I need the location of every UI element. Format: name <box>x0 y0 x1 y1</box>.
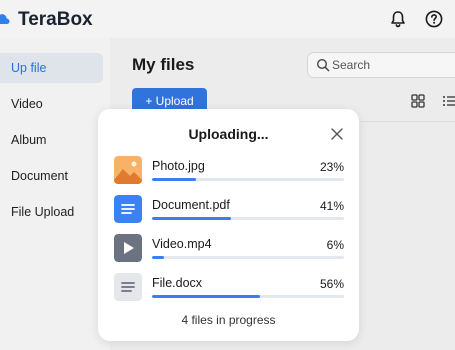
sidebar-item-label: Video <box>11 97 43 111</box>
close-icon[interactable] <box>331 128 343 140</box>
video-file-icon <box>114 234 142 262</box>
progress-fill <box>152 295 260 298</box>
upload-item[interactable]: File.docx 56% <box>114 273 344 307</box>
page-title: My files <box>132 55 195 74</box>
sidebar-item-label: Document <box>11 169 68 183</box>
file-name: Video.mp4 <box>152 237 212 251</box>
upload-item[interactable]: Video.mp4 6% <box>114 234 344 268</box>
help-icon[interactable] <box>424 9 444 29</box>
file-progress-percent: 56% <box>319 277 344 291</box>
list-view-icon[interactable] <box>442 94 455 108</box>
file-name: Document.pdf <box>152 198 230 212</box>
search-icon <box>316 58 330 72</box>
sidebar-item-video[interactable]: Video <box>0 89 103 119</box>
dialog-title: Uploading... <box>188 126 269 142</box>
progress-bar <box>152 295 344 298</box>
document-icon <box>0 170 3 182</box>
sidebar-item-document[interactable]: Document <box>0 161 103 191</box>
cloud-logo-icon <box>0 14 10 24</box>
sidebar-item-label: File Upload <box>11 205 75 219</box>
grid-view-icon[interactable] <box>411 94 425 108</box>
image-file-icon <box>114 156 142 184</box>
file-progress-percent: 6% <box>326 238 344 252</box>
top-header: TeraBox <box>0 0 455 38</box>
bell-icon[interactable] <box>388 9 408 29</box>
document-file-icon <box>114 195 142 223</box>
app-name: TeraBox <box>18 9 93 30</box>
progress-bar <box>152 256 344 259</box>
sidebar-item-album[interactable]: Album <box>0 125 103 155</box>
sidebar-item-up-file[interactable]: Up file <box>0 53 103 83</box>
search-input[interactable] <box>332 56 452 74</box>
file-progress-percent: 23% <box>319 160 344 174</box>
progress-bar <box>152 217 344 220</box>
album-icon <box>0 134 3 146</box>
search-box[interactable] <box>307 52 455 78</box>
file-name: File.docx <box>152 276 203 290</box>
upload-status-text: 4 files in progress <box>181 313 276 327</box>
progress-fill <box>152 178 197 181</box>
upload-dialog: Uploading... Photo.jpg 23% Document.pdf … <box>98 109 359 341</box>
video-icon <box>0 98 3 110</box>
upload-icon <box>0 62 3 74</box>
sidebar: Up file Video Album Document File Upload <box>0 38 110 350</box>
progress-bar <box>152 178 344 181</box>
upload-item[interactable]: Photo.jpg 23% <box>114 156 344 190</box>
file-upload-icon <box>0 206 3 218</box>
upload-item[interactable]: Document.pdf 41% <box>114 195 344 229</box>
file-name: Photo.jpg <box>152 159 205 173</box>
file-progress-percent: 41% <box>319 199 344 213</box>
sidebar-item-label: Album <box>11 133 47 147</box>
sidebar-item-file-upload[interactable]: File Upload <box>0 197 103 227</box>
generic-file-icon <box>114 273 142 301</box>
progress-fill <box>152 217 231 220</box>
progress-fill <box>152 256 164 259</box>
sidebar-item-label: Up file <box>11 61 47 75</box>
